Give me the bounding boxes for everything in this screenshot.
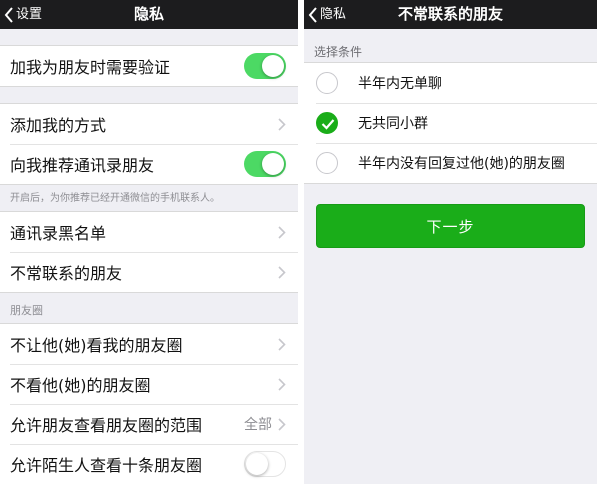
stranger-moments-toggle[interactable] — [244, 451, 286, 477]
checkmark-icon — [321, 119, 335, 130]
toggle-knob — [246, 453, 268, 475]
conditions-list: 半年内无单聊 无共同小群 半年内没有回复过他(她)的朋友圈 — [304, 62, 597, 184]
verification-group: 加我为朋友时需要验证 — [0, 45, 298, 87]
condition-label: 半年内没有回复过他(她)的朋友圈 — [358, 156, 565, 172]
next-step-button[interactable]: 下一步 — [316, 204, 585, 248]
condition-option[interactable]: 半年内没有回复过他(她)的朋友圈 — [304, 143, 597, 183]
recommend-contacts-row[interactable]: 向我推荐通讯录朋友 — [0, 144, 298, 184]
navbar: 设置 隐私 — [0, 0, 298, 29]
friend-verification-toggle[interactable] — [244, 53, 286, 79]
recommend-contacts-toggle[interactable] — [244, 151, 286, 177]
hide-my-moments-row[interactable]: 不让他(她)看我的朋友圈 — [0, 324, 298, 364]
blacklist-row[interactable]: 通讯录黑名单 — [0, 212, 298, 252]
add-methods-label: 添加我的方式 — [10, 116, 107, 135]
condition-label: 半年内无单聊 — [358, 76, 442, 92]
chevron-right-icon — [278, 225, 286, 239]
infrequent-friends-screen: 隐私 不常联系的朋友 选择条件 半年内无单聊 无共同小群 半年内没有回复过他(她… — [304, 0, 597, 484]
condition-option[interactable]: 无共同小群 — [304, 103, 597, 143]
moments-range-label: 允许朋友查看朋友圈的范围 — [10, 416, 203, 435]
toggle-knob — [262, 55, 284, 77]
stranger-moments-label: 允许陌生人查看十条朋友圈 — [10, 456, 203, 475]
page-title: 不常联系的朋友 — [397, 5, 503, 23]
condition-label: 无共同小群 — [358, 116, 428, 132]
privacy-settings-screen: 设置 隐私 加我为朋友时需要验证 添加我的方式 向我推荐通讯录朋友 开启后，为你… — [0, 0, 298, 484]
toggle-knob — [262, 153, 284, 175]
friend-verification-row[interactable]: 加我为朋友时需要验证 — [0, 46, 298, 86]
infrequent-friends-label: 不常联系的朋友 — [10, 264, 123, 283]
moments-group: 不让他(她)看我的朋友圈 不看他(她)的朋友圈 允许朋友查看朋友圈的范围 全部 … — [0, 323, 298, 484]
stranger-moments-row[interactable]: 允许陌生人查看十条朋友圈 — [0, 444, 298, 484]
hide-their-moments-label: 不看他(她)的朋友圈 — [10, 376, 151, 395]
conditions-section-header: 选择条件 — [314, 45, 363, 59]
moments-range-row[interactable]: 允许朋友查看朋友圈的范围 全部 — [0, 404, 298, 444]
radio-checked-icon[interactable] — [316, 112, 338, 134]
chevron-right-icon — [278, 337, 286, 351]
add-methods-row[interactable]: 添加我的方式 — [0, 104, 298, 144]
radio-unchecked-icon[interactable] — [316, 72, 338, 94]
recommend-contacts-note: 开启后，为你推荐已经开通微信的手机联系人。 — [10, 193, 220, 204]
chevron-right-icon — [278, 117, 286, 131]
hide-my-moments-label: 不让他(她)看我的朋友圈 — [10, 336, 183, 355]
condition-option[interactable]: 半年内无单聊 — [304, 63, 597, 103]
hide-their-moments-row[interactable]: 不看他(她)的朋友圈 — [0, 364, 298, 404]
blacklist-label: 通讯录黑名单 — [10, 224, 107, 243]
chevron-right-icon — [278, 377, 286, 391]
infrequent-friends-row[interactable]: 不常联系的朋友 — [0, 252, 298, 292]
chevron-right-icon — [278, 265, 286, 279]
moments-section-header: 朋友圈 — [10, 304, 43, 317]
chevron-right-icon — [278, 417, 286, 431]
page-title: 隐私 — [133, 5, 164, 23]
moments-range-value: 全部 — [244, 417, 272, 433]
recommend-contacts-label: 向我推荐通讯录朋友 — [10, 156, 155, 175]
radio-unchecked-icon[interactable] — [316, 152, 338, 174]
contacts-group: 通讯录黑名单 不常联系的朋友 — [0, 211, 298, 293]
friend-verification-label: 加我为朋友时需要验证 — [10, 58, 171, 77]
add-methods-group: 添加我的方式 向我推荐通讯录朋友 — [0, 103, 298, 185]
navbar: 隐私 不常联系的朋友 — [304, 0, 597, 29]
